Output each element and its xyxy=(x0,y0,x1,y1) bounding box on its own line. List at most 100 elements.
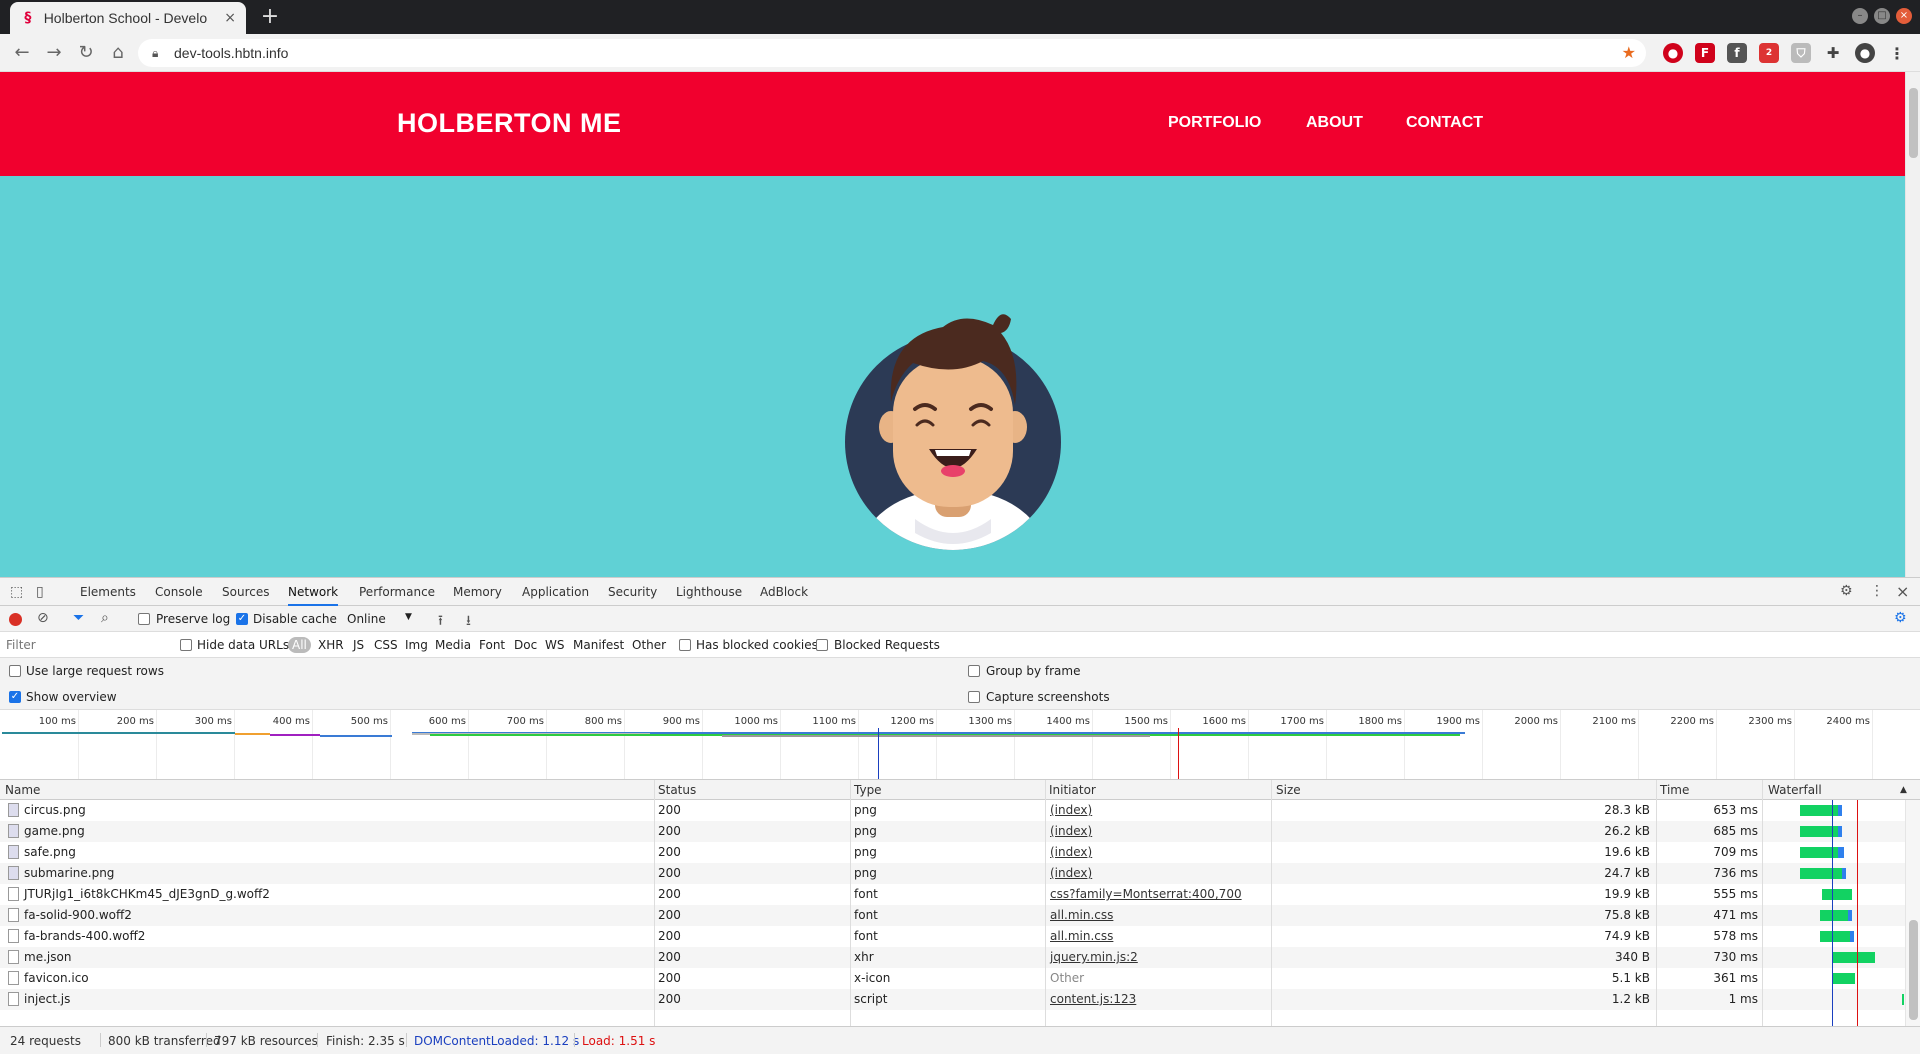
request-initiator[interactable]: (index) xyxy=(1050,866,1092,880)
sort-ascending-icon[interactable]: ▲ xyxy=(1900,785,1907,795)
inspect-element-icon[interactable]: ⬚ xyxy=(10,584,23,600)
request-initiator[interactable]: all.min.css xyxy=(1050,929,1113,943)
filter-type-css[interactable]: CSS xyxy=(374,638,398,652)
disable-cache-checkbox[interactable]: ✓ xyxy=(236,613,248,625)
hide-data-urls-checkbox[interactable] xyxy=(180,639,192,651)
tab-network[interactable]: Network xyxy=(288,578,339,606)
tab-security[interactable]: Security xyxy=(608,578,657,606)
adblock-extension-icon[interactable]: ● xyxy=(1663,43,1683,63)
minimize-icon[interactable]: – xyxy=(1852,8,1868,24)
extension-with-badge-icon[interactable]: 2 xyxy=(1759,43,1779,63)
table-row[interactable]: submarine.png 200 png (index) 24.7 kB 736 ms xyxy=(0,863,1905,884)
filter-type-js[interactable]: JS xyxy=(353,638,364,652)
table-row[interactable]: circus.png 200 png (index) 28.3 kB 653 ms xyxy=(0,800,1905,821)
request-initiator[interactable]: (index) xyxy=(1050,803,1092,817)
profile-avatar-icon[interactable]: ● xyxy=(1855,43,1875,63)
filter-type-ws[interactable]: WS xyxy=(545,638,564,652)
preserve-log-checkbox[interactable] xyxy=(138,613,150,625)
request-initiator[interactable]: (index) xyxy=(1050,824,1092,838)
filter-funnel-icon[interactable]: ⏷ xyxy=(73,610,84,626)
table-row[interactable]: fa-brands-400.woff2 200 font all.min.css 74.… xyxy=(0,926,1905,947)
group-by-frame-checkbox[interactable] xyxy=(968,665,980,677)
browser-tab[interactable]: § Holberton School - Develo × xyxy=(10,2,246,34)
page-scrollbar-thumb[interactable] xyxy=(1909,88,1918,158)
filter-type-other[interactable]: Other xyxy=(632,638,666,652)
capture-screenshots-checkbox[interactable] xyxy=(968,691,980,703)
font-extension-icon[interactable]: F xyxy=(1695,43,1715,63)
tab-performance[interactable]: Performance xyxy=(359,578,435,606)
tab-application[interactable]: Application xyxy=(522,578,589,606)
nav-portfolio[interactable]: PORTFOLIO xyxy=(1168,114,1261,132)
close-devtools-icon[interactable]: × xyxy=(1896,582,1909,601)
bookmark-star-icon[interactable]: ★ xyxy=(1622,43,1636,62)
table-row[interactable]: inject.js 200 script content.js:123 1.2 kB 1 … xyxy=(0,989,1905,1010)
table-row[interactable]: safe.png 200 png (index) 19.6 kB 709 ms xyxy=(0,842,1905,863)
home-icon[interactable]: ⌂ xyxy=(106,41,130,65)
request-initiator[interactable]: (index) xyxy=(1050,845,1092,859)
request-initiator[interactable]: all.min.css xyxy=(1050,908,1113,922)
tab-sources[interactable]: Sources xyxy=(222,578,269,606)
back-icon[interactable]: ← xyxy=(10,41,34,65)
filter-type-img[interactable]: Img xyxy=(405,638,428,652)
more-options-icon[interactable]: ⋮ xyxy=(1870,583,1884,599)
chevron-down-icon[interactable]: ▼ xyxy=(405,612,412,622)
tab-adblock[interactable]: AdBlock xyxy=(760,578,808,606)
filter-type-media[interactable]: Media xyxy=(435,638,471,652)
new-tab-button[interactable]: + xyxy=(258,6,282,30)
request-initiator[interactable]: jquery.min.js:2 xyxy=(1050,950,1138,964)
col-initiator[interactable]: Initiator xyxy=(1049,783,1096,797)
table-row[interactable]: JTURjIg1_i6t8kCHKm45_dJE3gnD_g.woff2 200 f… xyxy=(0,884,1905,905)
export-har-icon[interactable]: ⭳ xyxy=(466,610,471,634)
device-toolbar-icon[interactable]: ▯ xyxy=(36,584,44,600)
request-initiator[interactable]: content.js:123 xyxy=(1050,992,1136,1006)
settings-gear-icon[interactable]: ⚙ xyxy=(1840,583,1853,599)
col-name[interactable]: Name xyxy=(5,783,40,797)
import-har-icon[interactable]: ⭱ xyxy=(438,610,443,634)
clear-icon[interactable]: ⊘ xyxy=(37,610,49,626)
table-scrollbar-thumb[interactable] xyxy=(1909,920,1918,1020)
tab-elements[interactable]: Elements xyxy=(80,578,136,606)
throttling-select[interactable]: Online xyxy=(347,612,386,626)
maximize-icon[interactable]: □ xyxy=(1874,8,1890,24)
blocked-requests-checkbox[interactable] xyxy=(816,639,828,651)
close-window-icon[interactable]: × xyxy=(1896,8,1912,24)
nav-about[interactable]: ABOUT xyxy=(1306,114,1363,132)
browser-menu-icon[interactable]: ⋮ xyxy=(1887,43,1907,63)
request-initiator[interactable]: css?family=Montserrat:400,700 xyxy=(1050,887,1242,901)
nav-contact[interactable]: CONTACT xyxy=(1406,114,1483,132)
table-scrollbar[interactable] xyxy=(1905,800,1920,1026)
has-blocked-cookies-checkbox[interactable] xyxy=(679,639,691,651)
site-logo[interactable]: HOLBERTON ME xyxy=(397,108,622,139)
network-settings-icon[interactable]: ⚙ xyxy=(1894,610,1907,626)
col-waterfall[interactable]: Waterfall xyxy=(1768,783,1822,797)
col-type[interactable]: Type xyxy=(854,783,882,797)
filter-type-all[interactable]: All xyxy=(288,637,311,653)
filter-type-doc[interactable]: Doc xyxy=(514,638,537,652)
address-bar[interactable]: 🔒︎ dev-tools.hbtn.info ★ xyxy=(138,39,1646,67)
tab-memory[interactable]: Memory xyxy=(453,578,502,606)
tab-console[interactable]: Console xyxy=(155,578,203,606)
table-row[interactable]: fa-solid-900.woff2 200 font all.min.css 75.8… xyxy=(0,905,1905,926)
search-icon[interactable]: ⌕ xyxy=(101,610,109,626)
tab-close-icon[interactable]: × xyxy=(224,10,236,26)
col-size[interactable]: Size xyxy=(1276,783,1301,797)
extensions-puzzle-icon[interactable]: ✚ xyxy=(1823,43,1843,63)
reload-icon[interactable]: ↻ xyxy=(74,41,98,65)
table-row[interactable]: me.json 200 xhr jquery.min.js:2 340 B 730 ms xyxy=(0,947,1905,968)
large-rows-checkbox[interactable] xyxy=(9,665,21,677)
forward-icon[interactable]: → xyxy=(42,41,66,65)
tab-lighthouse[interactable]: Lighthouse xyxy=(676,578,742,606)
network-overview-timeline[interactable]: 100 ms 200 ms 300 ms 400 ms 500 ms 600 ms 700 … xyxy=(0,710,1920,780)
table-row[interactable]: favicon.ico 200 x-icon Other 5.1 kB 361 ms xyxy=(0,968,1905,989)
filter-type-font[interactable]: Font xyxy=(479,638,505,652)
record-icon[interactable] xyxy=(9,613,22,626)
shield-extension-icon[interactable]: ⛉ xyxy=(1791,43,1811,63)
filter-type-manifest[interactable]: Manifest xyxy=(573,638,624,652)
show-overview-checkbox[interactable]: ✓ xyxy=(9,691,21,703)
facebook-extension-icon[interactable]: f xyxy=(1727,43,1747,63)
col-status[interactable]: Status xyxy=(658,783,696,797)
page-scrollbar[interactable] xyxy=(1905,72,1920,577)
col-time[interactable]: Time xyxy=(1660,783,1689,797)
table-row[interactable]: game.png 200 png (index) 26.2 kB 685 ms xyxy=(0,821,1905,842)
filter-type-xhr[interactable]: XHR xyxy=(318,638,344,652)
